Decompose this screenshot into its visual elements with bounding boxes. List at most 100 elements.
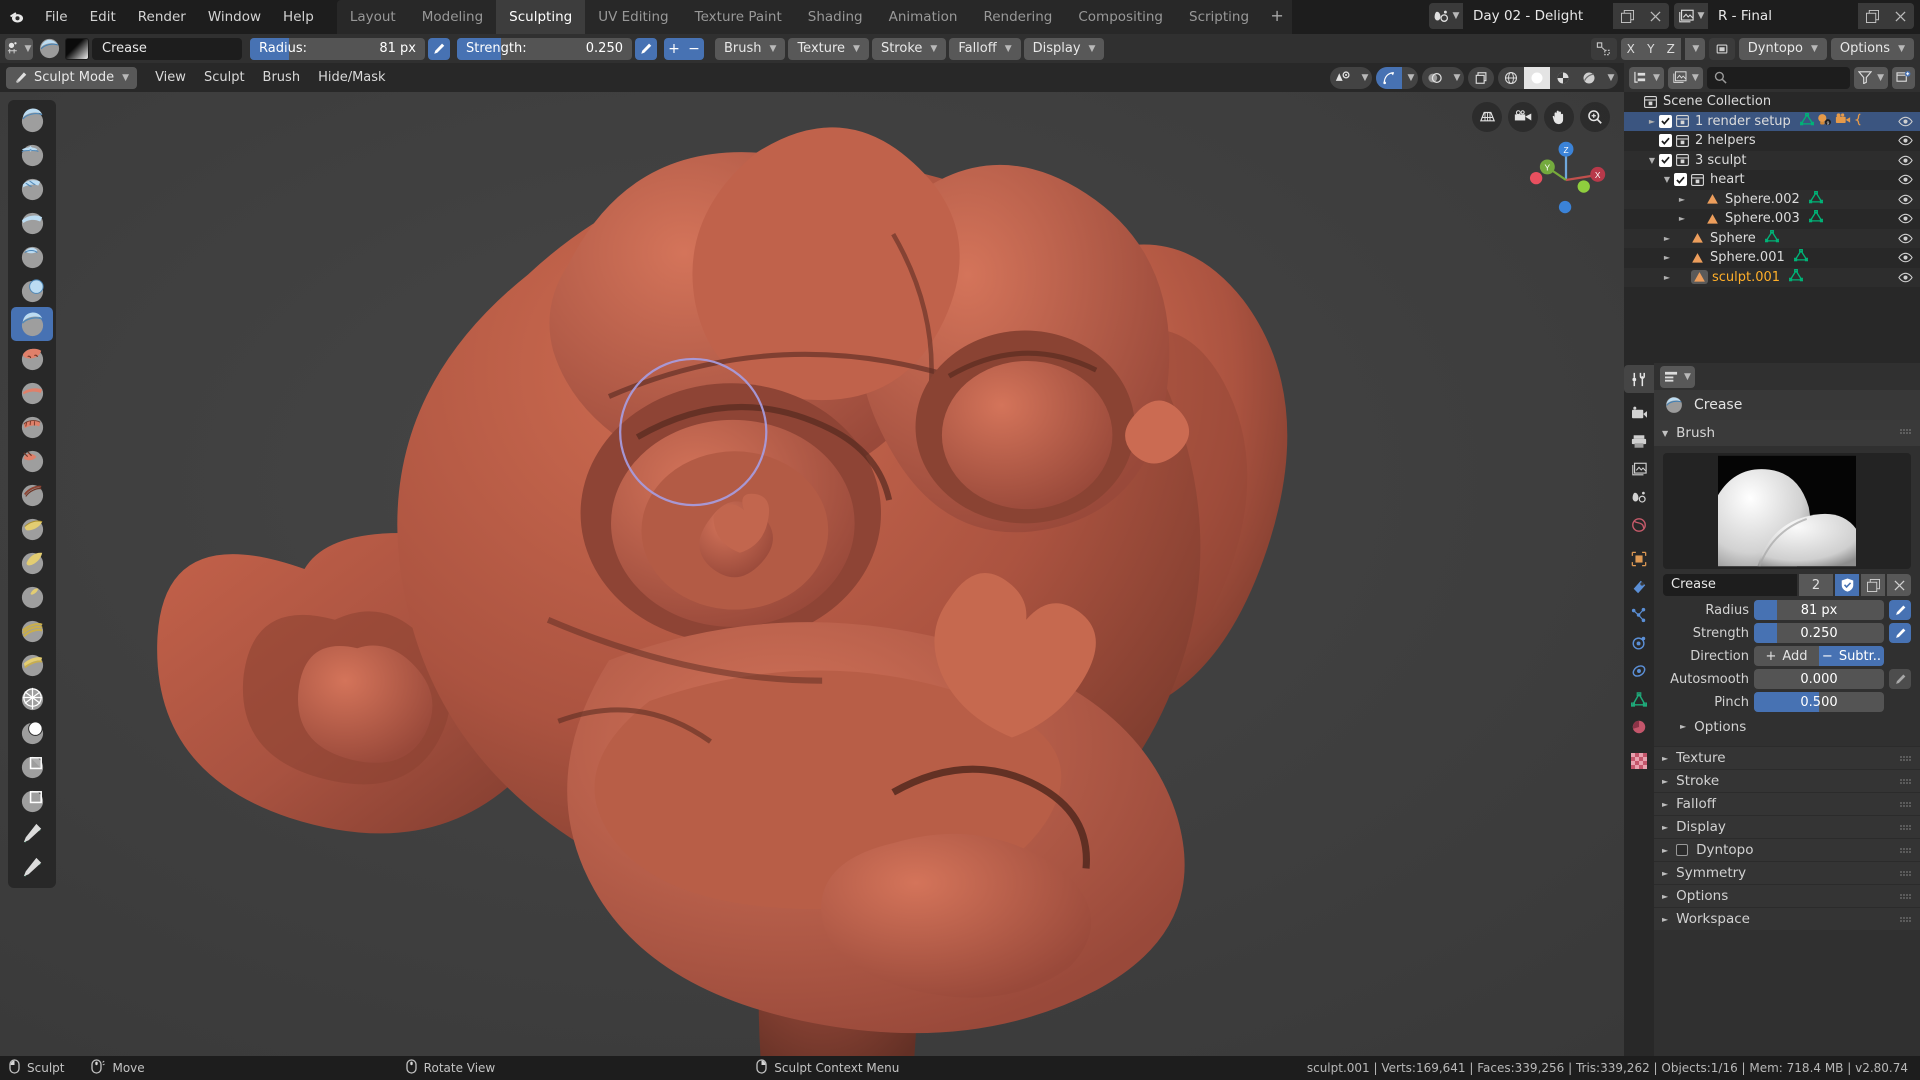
radius-pressure-button[interactable]	[1889, 600, 1911, 620]
visibility-eye-icon[interactable]	[1896, 116, 1914, 127]
box-hide-tool[interactable]	[11, 817, 53, 851]
outliner-checkbox[interactable]	[1674, 173, 1687, 187]
options-subpanel-expand-icon[interactable]: ►	[1680, 722, 1686, 731]
workspace-tab-compositing[interactable]: Compositing	[1065, 0, 1176, 34]
mesh-data-icon[interactable]	[1788, 268, 1804, 286]
pinch-property-field[interactable]: 0.500	[1754, 692, 1884, 712]
pose-tool[interactable]	[11, 647, 53, 681]
new-view-layer-button[interactable]	[1858, 3, 1886, 29]
simplify-tool[interactable]	[11, 715, 53, 749]
draw-brush-tool[interactable]	[11, 103, 53, 137]
mesh-data-icon[interactable]	[1799, 112, 1815, 130]
chevron-right-icon[interactable]: ►	[1662, 846, 1668, 855]
inflate-tool[interactable]	[11, 273, 53, 307]
draw-sharp-tool[interactable]	[11, 137, 53, 171]
visibility-popover[interactable]: ▼	[1330, 66, 1372, 89]
tab-world[interactable]	[1624, 511, 1654, 539]
tab-scene[interactable]	[1624, 483, 1654, 511]
popover-brush[interactable]: Brush ▼	[715, 37, 786, 60]
panel-falloff[interactable]: ► Falloff	[1654, 792, 1920, 815]
shading-chevron-down-icon[interactable]: ▼	[1602, 67, 1618, 89]
view-layer-icon[interactable]: ▼	[1674, 3, 1708, 29]
xray-toggle[interactable]	[1468, 66, 1494, 89]
workspace-tab-scripting[interactable]: Scripting	[1176, 0, 1263, 34]
outliner-editor-type-selector[interactable]: ▼	[1629, 66, 1664, 89]
mesh-data-icon[interactable]	[1808, 190, 1824, 208]
outliner-filter-button[interactable]: ▼	[1854, 66, 1888, 89]
solid-shading-icon[interactable]	[1524, 66, 1550, 89]
workspace-tab-layout[interactable]: Layout	[336, 0, 409, 34]
workspace-tab-animation[interactable]: Animation	[875, 0, 971, 34]
overlays-toggle-icon[interactable]	[1422, 67, 1448, 89]
symmetry-axis-z[interactable]: Z	[1660, 37, 1681, 60]
nudge-tool[interactable]	[11, 681, 53, 715]
view-layer-name[interactable]: R - Final	[1708, 3, 1858, 29]
panel-options[interactable]: ► Options	[1654, 884, 1920, 907]
outliner-search-field[interactable]	[1706, 66, 1851, 89]
scene-icon[interactable]: ▼	[1429, 3, 1463, 29]
material-preview-shading-icon[interactable]	[1550, 67, 1576, 89]
box-mask-tool[interactable]	[11, 783, 53, 817]
menu-help[interactable]: Help	[272, 5, 325, 29]
options-popover[interactable]: Options ▼	[1830, 37, 1914, 60]
popover-display[interactable]: Display ▼	[1023, 37, 1105, 60]
panel-dyntopo[interactable]: ► Dyntopo	[1654, 838, 1920, 861]
thumb-tool[interactable]	[11, 613, 53, 647]
fill-tool[interactable]	[11, 409, 53, 443]
pinch-tool[interactable]	[11, 477, 53, 511]
viewport-3d[interactable]: Z X Y	[0, 92, 1624, 1056]
elastic-deform-tool[interactable]	[11, 545, 53, 579]
chevron-right-icon[interactable]: ►	[1662, 800, 1668, 809]
tab-object[interactable]	[1624, 545, 1654, 573]
object-visibility-icon[interactable]	[1330, 67, 1356, 89]
symmetry-icon[interactable]	[1590, 37, 1617, 60]
viewport-menu-brush[interactable]: Brush	[254, 67, 310, 89]
tab-object-data[interactable]	[1624, 685, 1654, 713]
add-workspace-button[interactable]: +	[1262, 0, 1293, 34]
chevron-down-icon[interactable]: ▼	[1660, 175, 1674, 184]
toggle-camera-grid-icon[interactable]	[1472, 102, 1502, 132]
remesh-icon[interactable]	[1708, 37, 1735, 60]
outliner-row[interactable]: ► Sphere.003	[1624, 209, 1920, 229]
flatten-tool[interactable]	[11, 375, 53, 409]
chevron-right-icon[interactable]: ►	[1662, 777, 1668, 786]
dyntopo-popover[interactable]: Dyntopo ▼	[1738, 37, 1827, 60]
scene-id-block[interactable]: ▼ Day 02 - Delight	[1429, 3, 1669, 29]
chevron-right-icon[interactable]: ►	[1662, 869, 1668, 878]
panel-texture[interactable]: ► Texture	[1654, 746, 1920, 769]
brush-texture-swatch[interactable]	[65, 37, 89, 60]
tab-modifiers[interactable]	[1624, 573, 1654, 601]
popover-stroke[interactable]: Stroke ▼	[871, 37, 947, 60]
direction-add-button[interactable]: +	[664, 37, 684, 60]
curve-icon[interactable]	[1854, 113, 1863, 130]
gizmo-toggle-icon[interactable]	[1376, 66, 1402, 89]
chevron-right-icon[interactable]: ►	[1662, 892, 1668, 901]
pan-view-hand-icon[interactable]	[1544, 102, 1574, 132]
visibility-eye-icon[interactable]	[1896, 194, 1914, 205]
brush-options-subpanel[interactable]: ► Options	[1663, 715, 1911, 738]
outliner-display-mode[interactable]: ▼	[1667, 66, 1703, 89]
workspace-tab-texture-paint[interactable]: Texture Paint	[681, 0, 795, 34]
workspace-tab-uv-editing[interactable]: UV Editing	[585, 0, 682, 34]
chevron-right-icon[interactable]: ►	[1675, 214, 1689, 223]
visibility-chevron-down-icon[interactable]: ▼	[1356, 67, 1372, 89]
delete-scene-button[interactable]	[1641, 3, 1669, 29]
chevron-right-icon[interactable]: ►	[1662, 915, 1668, 924]
blender-logo-icon[interactable]	[0, 0, 34, 34]
tab-constraints[interactable]	[1624, 657, 1654, 685]
chevron-right-icon[interactable]: ►	[1675, 195, 1689, 204]
brush-panel-collapse-icon[interactable]: ▼	[1662, 429, 1668, 438]
popover-falloff[interactable]: Falloff ▼	[949, 37, 1021, 60]
tab-material[interactable]	[1624, 713, 1654, 741]
outliner-checkbox[interactable]	[1659, 153, 1672, 167]
chevron-right-icon[interactable]: ►	[1645, 117, 1659, 126]
visibility-eye-icon[interactable]	[1896, 213, 1914, 224]
strength-pressure-button[interactable]	[1889, 623, 1911, 643]
panel-enable-checkbox[interactable]	[1676, 844, 1689, 856]
workspace-tab-sculpting[interactable]: Sculpting	[496, 0, 586, 34]
outliner-row[interactable]: 2 helpers	[1624, 131, 1920, 151]
brush-users-count[interactable]: 2	[1799, 574, 1833, 596]
rendered-shading-icon[interactable]	[1576, 67, 1602, 89]
symmetry-axis-y[interactable]: Y	[1640, 37, 1661, 60]
outliner-row[interactable]: ► Sphere	[1624, 228, 1920, 248]
